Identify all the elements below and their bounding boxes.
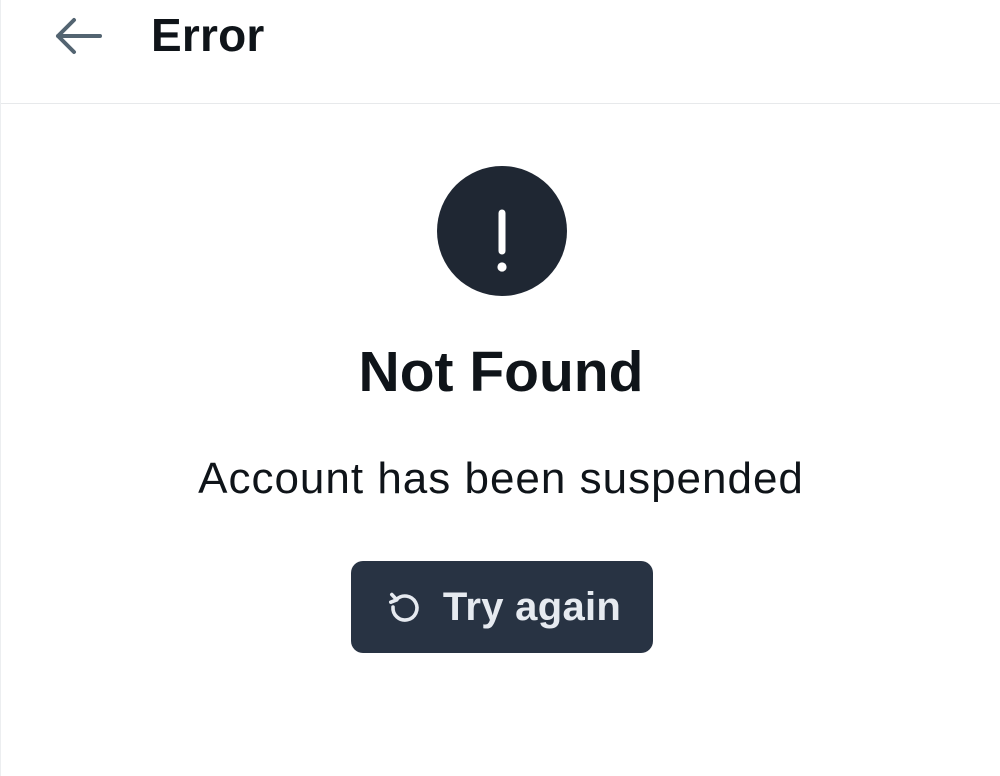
page-title: Error <box>151 9 265 61</box>
arrow-left-icon <box>53 16 103 56</box>
try-again-button[interactable]: Try again <box>351 561 653 653</box>
back-button[interactable] <box>45 6 111 66</box>
refresh-icon <box>387 589 423 625</box>
error-title: Not Found <box>358 340 644 404</box>
alert-circle <box>437 166 567 296</box>
error-message: Account has been suspended <box>198 454 804 503</box>
try-again-label: Try again <box>442 585 622 629</box>
header: Error <box>1 0 1000 104</box>
exclamation-icon <box>492 181 512 282</box>
error-page: Error Not Found Account has been suspend… <box>0 0 1000 776</box>
